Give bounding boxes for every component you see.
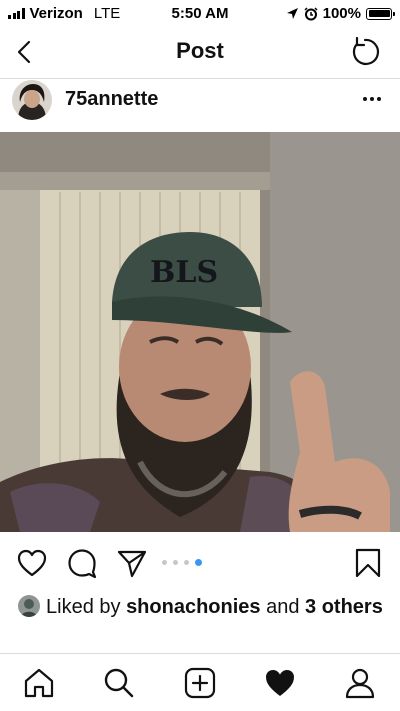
likes-text: Liked by shonachonies and 3 others: [18, 594, 388, 620]
likes-others[interactable]: 3 others: [305, 596, 383, 618]
refresh-icon[interactable]: [348, 36, 382, 68]
avatar[interactable]: [12, 80, 52, 120]
post-header: 75annette: [0, 79, 400, 131]
ellipsis-icon[interactable]: [362, 89, 382, 109]
tab-bar: [0, 653, 400, 711]
alarm-icon: [304, 6, 318, 20]
post-photo[interactable]: BLS: [0, 132, 400, 532]
carousel-indicator: [162, 559, 202, 566]
post-username[interactable]: 75annette: [65, 88, 158, 111]
status-right: 100%: [286, 5, 395, 22]
share-icon[interactable]: [116, 547, 148, 579]
likes-prefix: Liked by: [46, 596, 127, 618]
liker-username[interactable]: shonachonies: [126, 596, 260, 618]
carousel-dot: [162, 560, 167, 565]
post-actions: [0, 540, 400, 586]
location-arrow-icon: [286, 8, 298, 19]
bookmark-icon[interactable]: [352, 547, 384, 579]
battery-percent: 100%: [322, 5, 361, 22]
search-icon[interactable]: [102, 666, 136, 700]
liker-avatar[interactable]: [18, 595, 40, 617]
carousel-dot: [173, 560, 178, 565]
status-bar: Verizon LTE 5:50 AM 100%: [0, 0, 400, 26]
heart-outline-icon[interactable]: [16, 547, 48, 579]
profile-icon[interactable]: [343, 666, 377, 700]
home-icon[interactable]: [22, 666, 56, 700]
likes-middle: and: [260, 596, 306, 618]
carousel-dot-active: [195, 559, 202, 566]
comment-icon[interactable]: [66, 547, 98, 579]
carousel-dot: [184, 560, 189, 565]
battery-icon: [366, 7, 395, 20]
nav-bar: Post: [0, 26, 400, 79]
activity-heart-icon[interactable]: [263, 666, 297, 700]
post-photo-image: BLS: [0, 132, 400, 532]
page-title: Post: [176, 38, 224, 63]
svg-text:BLS: BLS: [150, 255, 218, 290]
add-post-icon[interactable]: [183, 666, 217, 700]
